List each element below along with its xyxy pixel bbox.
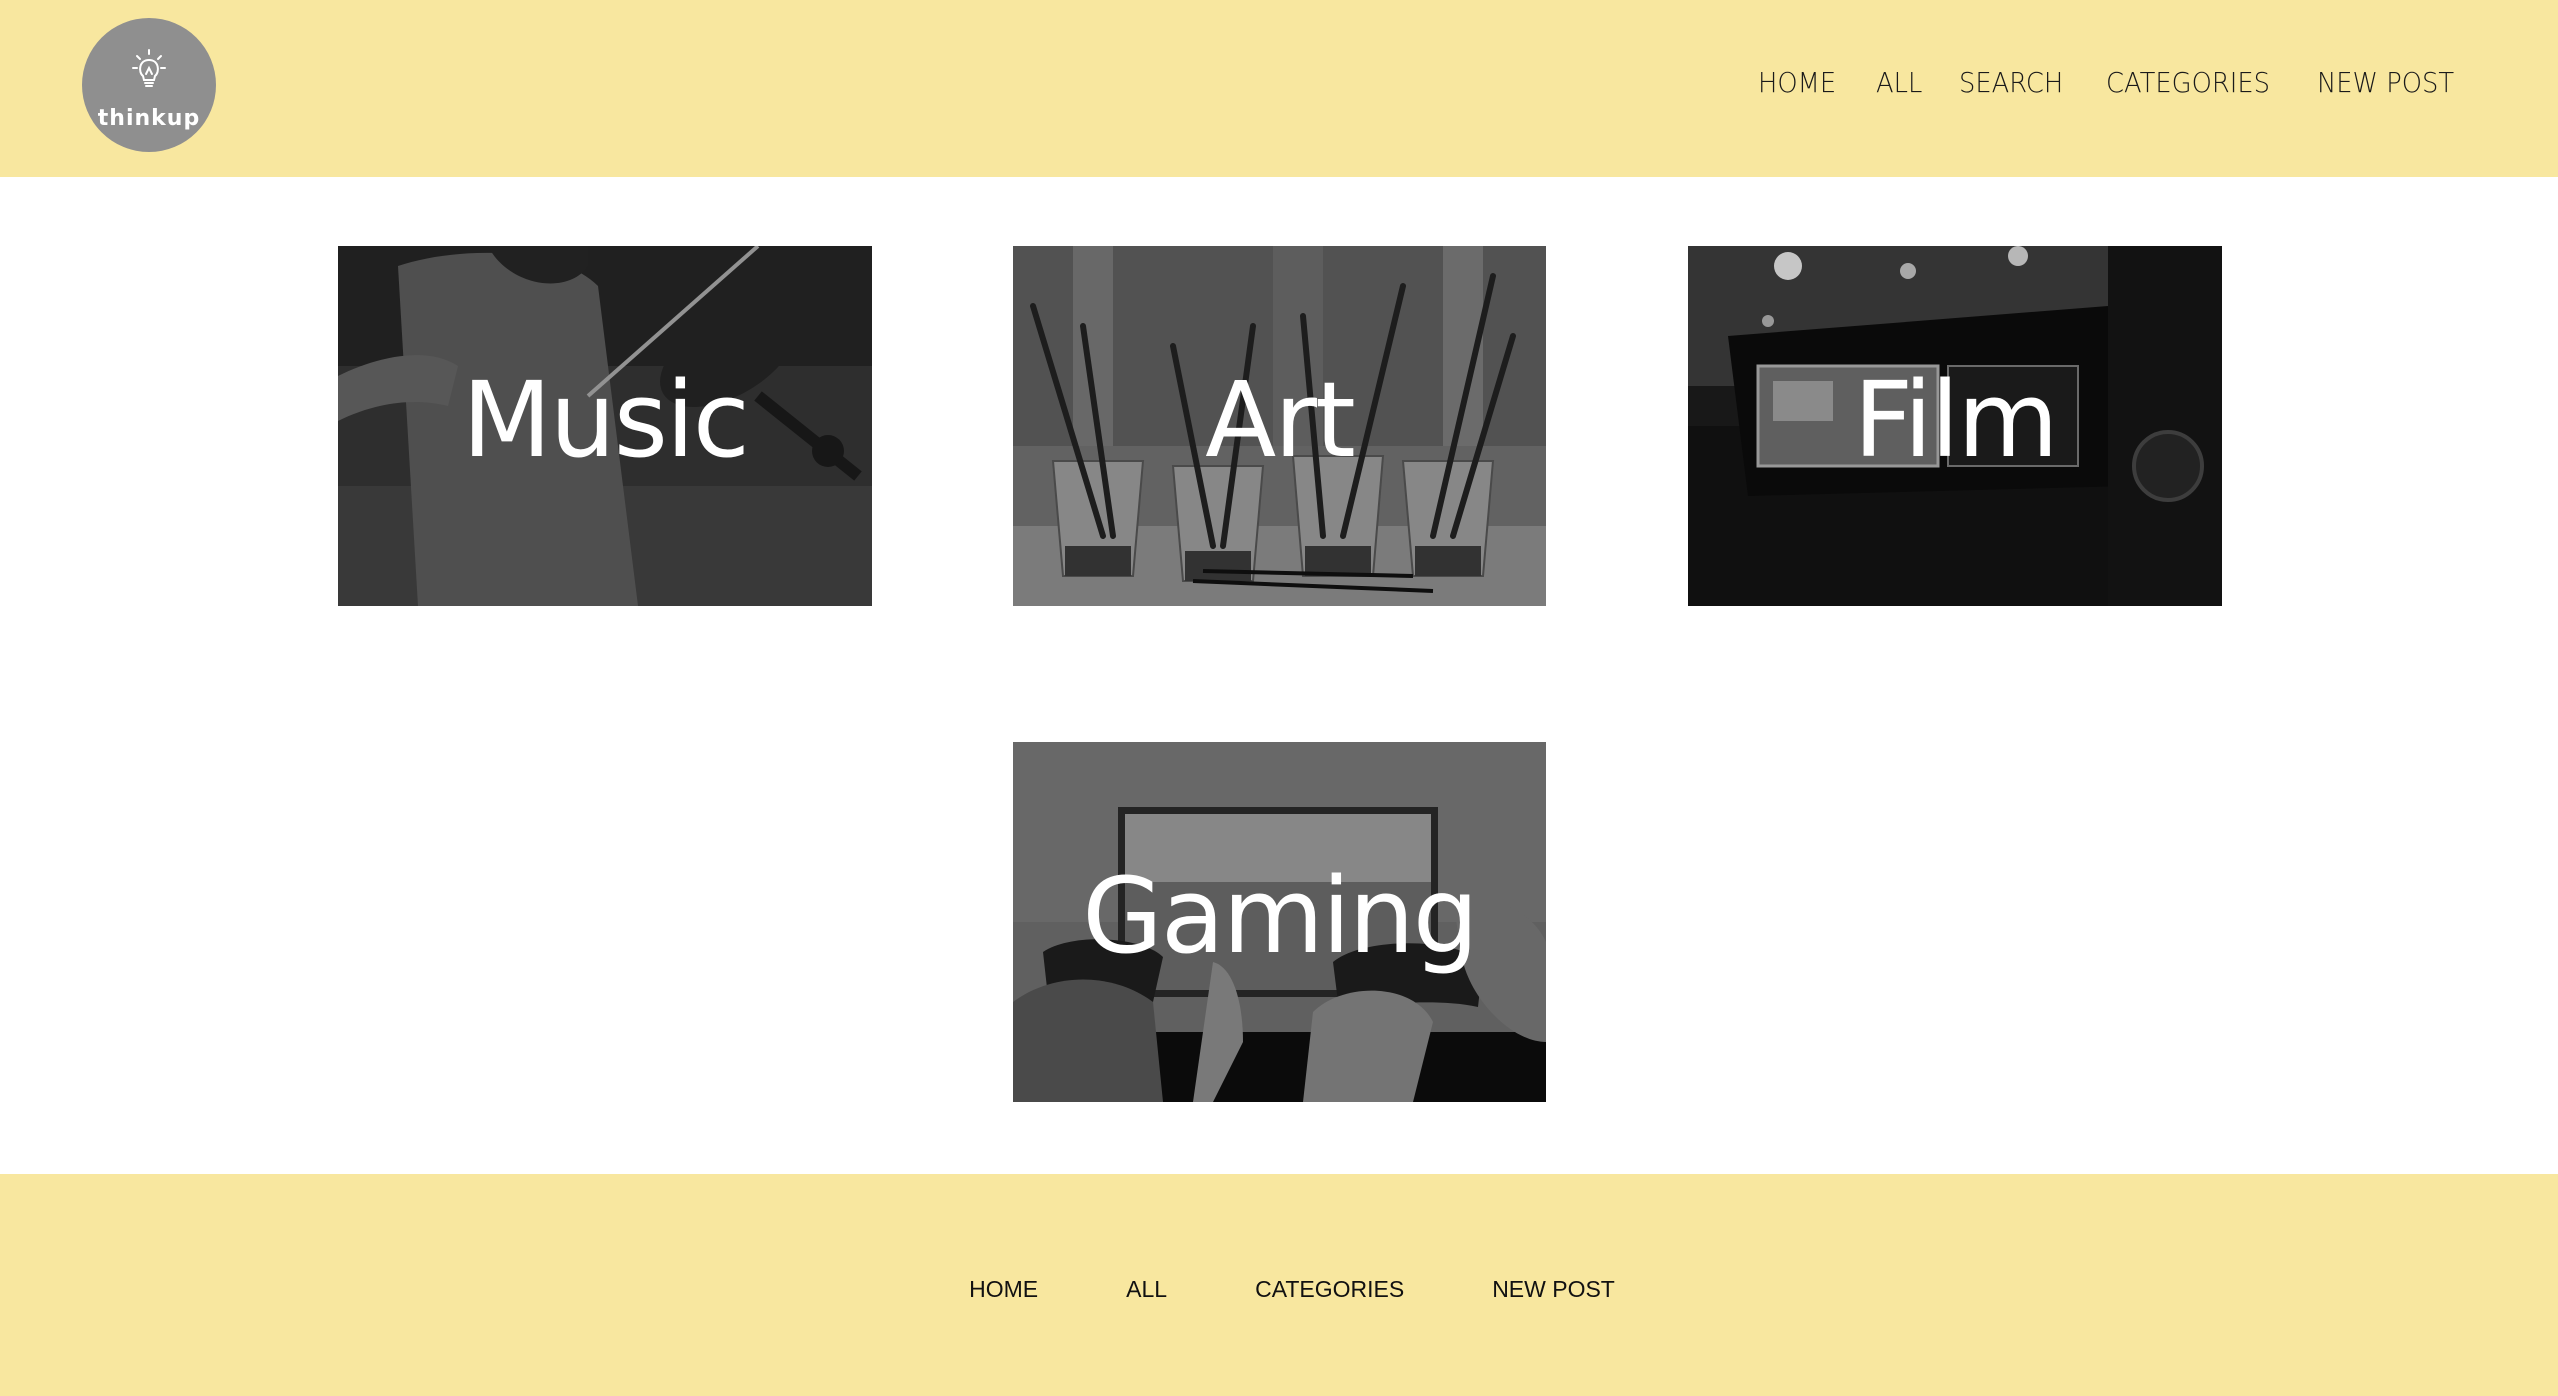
logo-text: thinkup [97,106,201,131]
nav-all[interactable]: ALL [1876,66,1922,99]
site-footer: HOME ALL CATEGORIES NEW POST [0,1174,2558,1396]
category-label-art: Art [1205,359,1356,481]
footer-nav-all[interactable]: ALL [1126,1276,1167,1303]
category-tile-music[interactable]: Music [338,246,872,606]
nav-new-post[interactable]: NEW POST [2317,66,2454,99]
nav-search[interactable]: SEARCH [1959,66,2063,99]
category-tile-gaming[interactable]: Gaming [1013,742,1546,1102]
category-tile-art[interactable]: Art [1013,246,1546,606]
header-nav: HOME ALL SEARCH CATEGORIES NEW POST [1758,66,2466,99]
category-label-gaming: Gaming [1082,855,1478,977]
footer-nav-categories[interactable]: CATEGORIES [1255,1276,1404,1303]
nav-home[interactable]: HOME [1758,66,1836,99]
thinkup-logo[interactable]: thinkup [82,18,216,152]
footer-nav: HOME ALL CATEGORIES NEW POST [0,1276,2558,1303]
footer-nav-new-post[interactable]: NEW POST [1492,1276,1615,1303]
nav-categories[interactable]: CATEGORIES [2106,66,2270,99]
site-header: thinkup HOME ALL SEARCH CATEGORIES NEW P… [0,0,2558,177]
lightbulb-icon [132,49,166,87]
category-label-film: Film [1853,359,2058,481]
category-tile-film[interactable]: Film [1688,246,2222,606]
category-label-music: Music [462,359,750,481]
footer-nav-home[interactable]: HOME [969,1276,1038,1303]
